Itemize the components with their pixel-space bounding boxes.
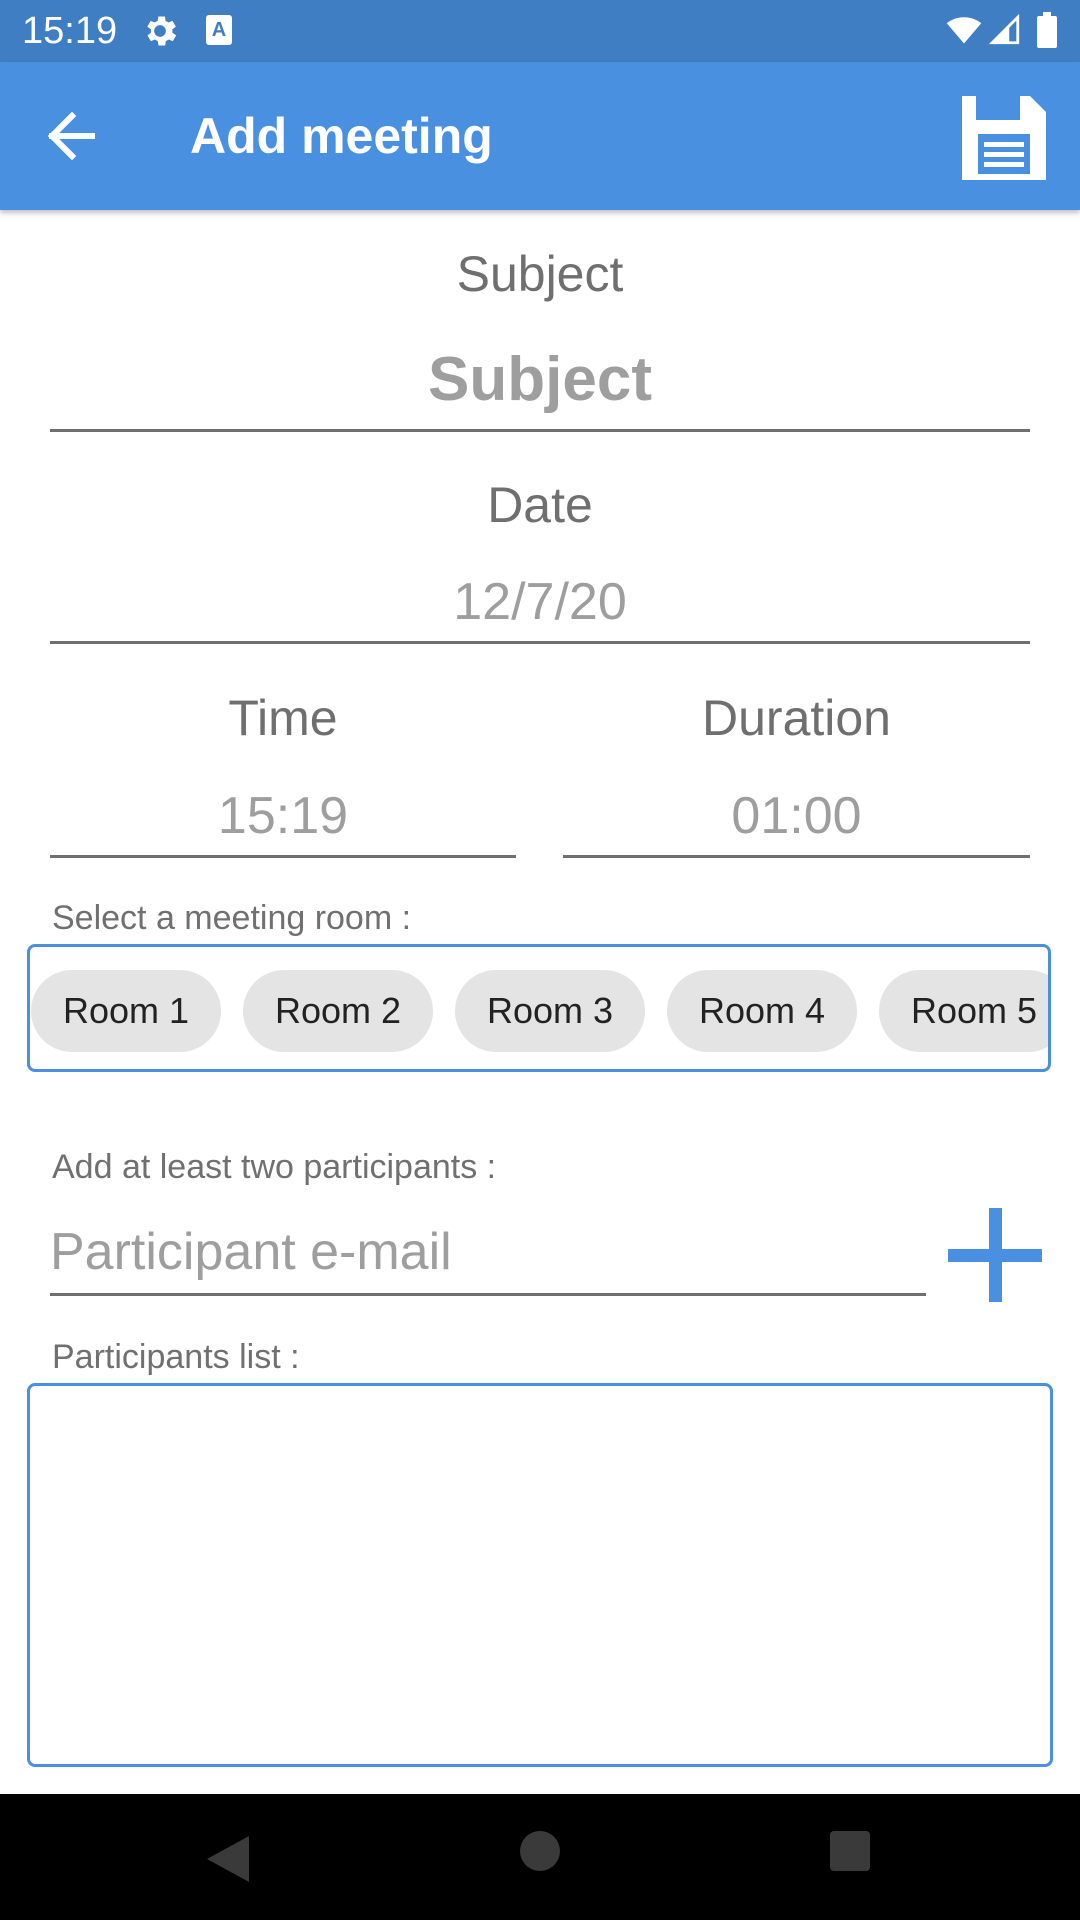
participant-email-input[interactable] — [50, 1210, 926, 1296]
room-section-label: Select a meeting room : — [52, 899, 412, 937]
duration-field[interactable]: 01:00 — [563, 774, 1030, 858]
page-title: Add meeting — [190, 108, 493, 164]
date-label: Date — [487, 477, 593, 533]
time-label: Time — [228, 690, 338, 746]
room-chip-1[interactable]: Room 1 — [31, 970, 221, 1052]
a-keyboard-icon: A — [206, 15, 232, 45]
duration-label: Duration — [702, 690, 891, 746]
signal-icon — [988, 13, 1020, 45]
square-recent-icon[interactable] — [830, 1831, 870, 1871]
floppy-disk-icon[interactable] — [956, 90, 1052, 186]
participants-section-label: Add at least two participants : — [52, 1148, 497, 1186]
circle-home-icon[interactable] — [520, 1831, 560, 1871]
arrow-left-icon[interactable] — [30, 100, 118, 172]
room-chip-5[interactable]: Room 5 — [879, 970, 1048, 1052]
date-value: 12/7/20 — [453, 573, 627, 631]
subject-label: Subject — [456, 246, 624, 302]
room-chip-3[interactable]: Room 3 — [455, 970, 645, 1052]
duration-value: 01:00 — [731, 787, 862, 845]
time-field[interactable]: 15:19 — [50, 774, 516, 858]
wifi-icon — [946, 17, 982, 44]
status-time: 15:19 — [22, 10, 118, 52]
status-bar: 15:19 A — [0, 0, 1080, 62]
navigation-bar — [0, 1794, 1080, 1920]
room-chip-4[interactable]: Room 4 — [667, 970, 857, 1052]
plus-icon[interactable] — [948, 1208, 1042, 1302]
room-chip-group: Room 1 Room 2 Room 3 Room 4 Room 5 — [27, 944, 1051, 1072]
triangle-back-icon[interactable] — [205, 1834, 251, 1884]
date-field[interactable]: 12/7/20 — [50, 560, 1030, 644]
participants-list — [27, 1383, 1053, 1767]
gear-icon — [147, 16, 177, 46]
participants-list-label: Participants list : — [52, 1338, 300, 1376]
time-value: 15:19 — [217, 787, 349, 845]
subject-input[interactable] — [50, 330, 1030, 432]
battery-icon — [1037, 12, 1057, 48]
app-bar: Add meeting — [0, 62, 1080, 210]
room-chip-2[interactable]: Room 2 — [243, 970, 433, 1052]
